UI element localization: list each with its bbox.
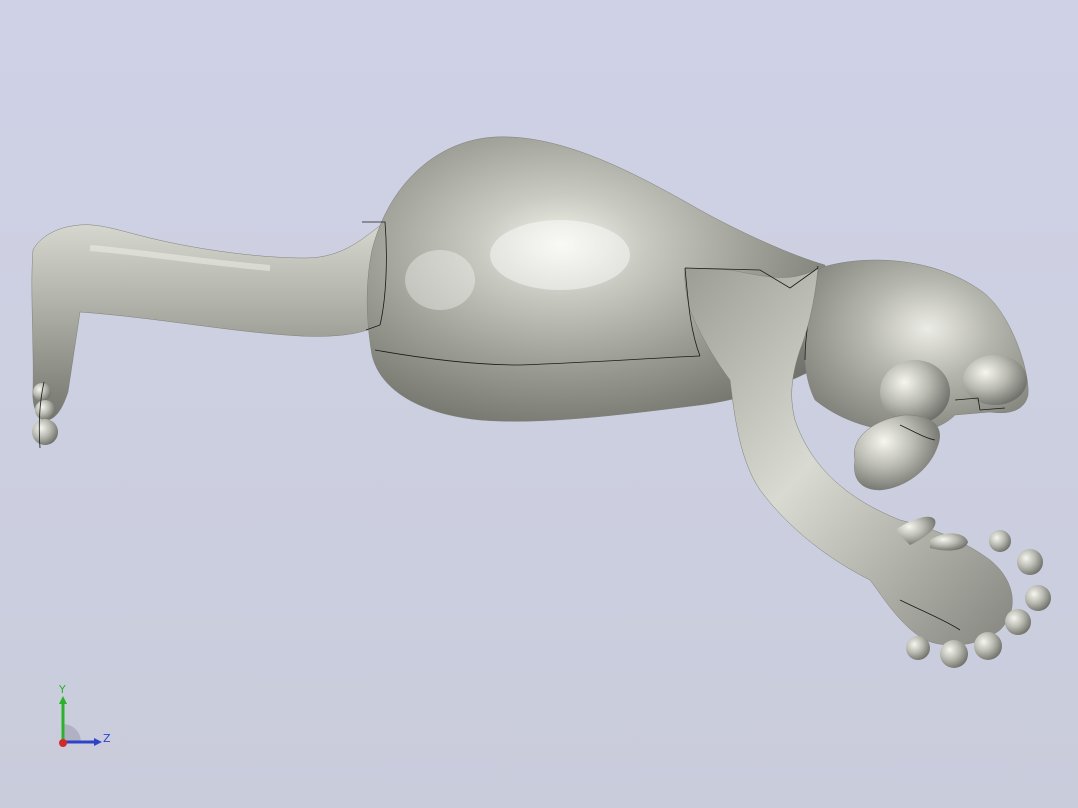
axis-y-label: Y [59,683,66,696]
frog-3d-model[interactable] [0,0,1078,808]
head [804,259,1029,491]
axis-z-label: Z [103,732,111,745]
hind-leg [31,221,386,449]
3d-viewport[interactable]: Y Z [0,0,1078,808]
orientation-triad: Y Z [48,684,120,754]
